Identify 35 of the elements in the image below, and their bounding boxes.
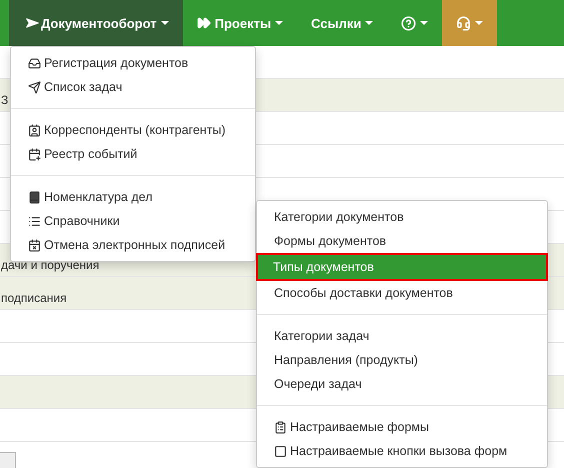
headset-icon (456, 16, 472, 30)
help-icon (401, 16, 416, 30)
menu-item[interactable]: Очереди задач (257, 372, 547, 396)
menu-item[interactable]: Список задач (11, 75, 255, 99)
calendar-plus-icon (28, 148, 41, 160)
menu-item[interactable]: Реестр событий (11, 142, 255, 166)
menu-item[interactable]: Категории документов (257, 205, 547, 229)
menu-item[interactable]: Формы документов (257, 229, 547, 253)
nav-menu-item[interactable]: Документооборот (9, 0, 183, 46)
menu-item[interactable]: Номенклатура дел (11, 185, 255, 209)
calendar-x-icon (28, 238, 41, 252)
nav-menu-item[interactable] (442, 0, 498, 46)
inbox-icon (28, 56, 41, 70)
menu-item[interactable]: Способы доставки документов (257, 281, 547, 305)
row-text: дачи и поручения (1, 258, 100, 272)
row-text: подписания (1, 291, 67, 305)
row-text: З (1, 93, 8, 107)
menu-item[interactable]: Корреспонденты (контрагенты) (11, 118, 255, 142)
paper-plane-icon (28, 80, 41, 94)
nav-menu-item[interactable]: Ссылки (297, 0, 388, 46)
menu-item[interactable]: Отмена электронных подписей (11, 233, 255, 257)
contact-card-icon (28, 124, 41, 136)
menu-item[interactable]: Регистрация документов (11, 51, 255, 75)
menu-item[interactable]: Справочники (11, 209, 255, 233)
menu-item[interactable]: Типы документов (256, 253, 548, 281)
fast-forward-icon (196, 16, 211, 30)
menu-item[interactable]: Настраиваемые кнопки вызова форм (257, 439, 547, 463)
book-icon (28, 190, 41, 204)
list-icon (28, 214, 41, 228)
checkbox-icon (274, 444, 287, 458)
form-icon (274, 420, 287, 434)
menu-item[interactable]: Направления (продукты) (257, 348, 547, 372)
nav-menu-item[interactable]: Проекты (182, 0, 298, 46)
menu-item[interactable]: Категории задач (257, 324, 547, 348)
menu-item[interactable]: Настраиваемые формы (257, 415, 547, 439)
